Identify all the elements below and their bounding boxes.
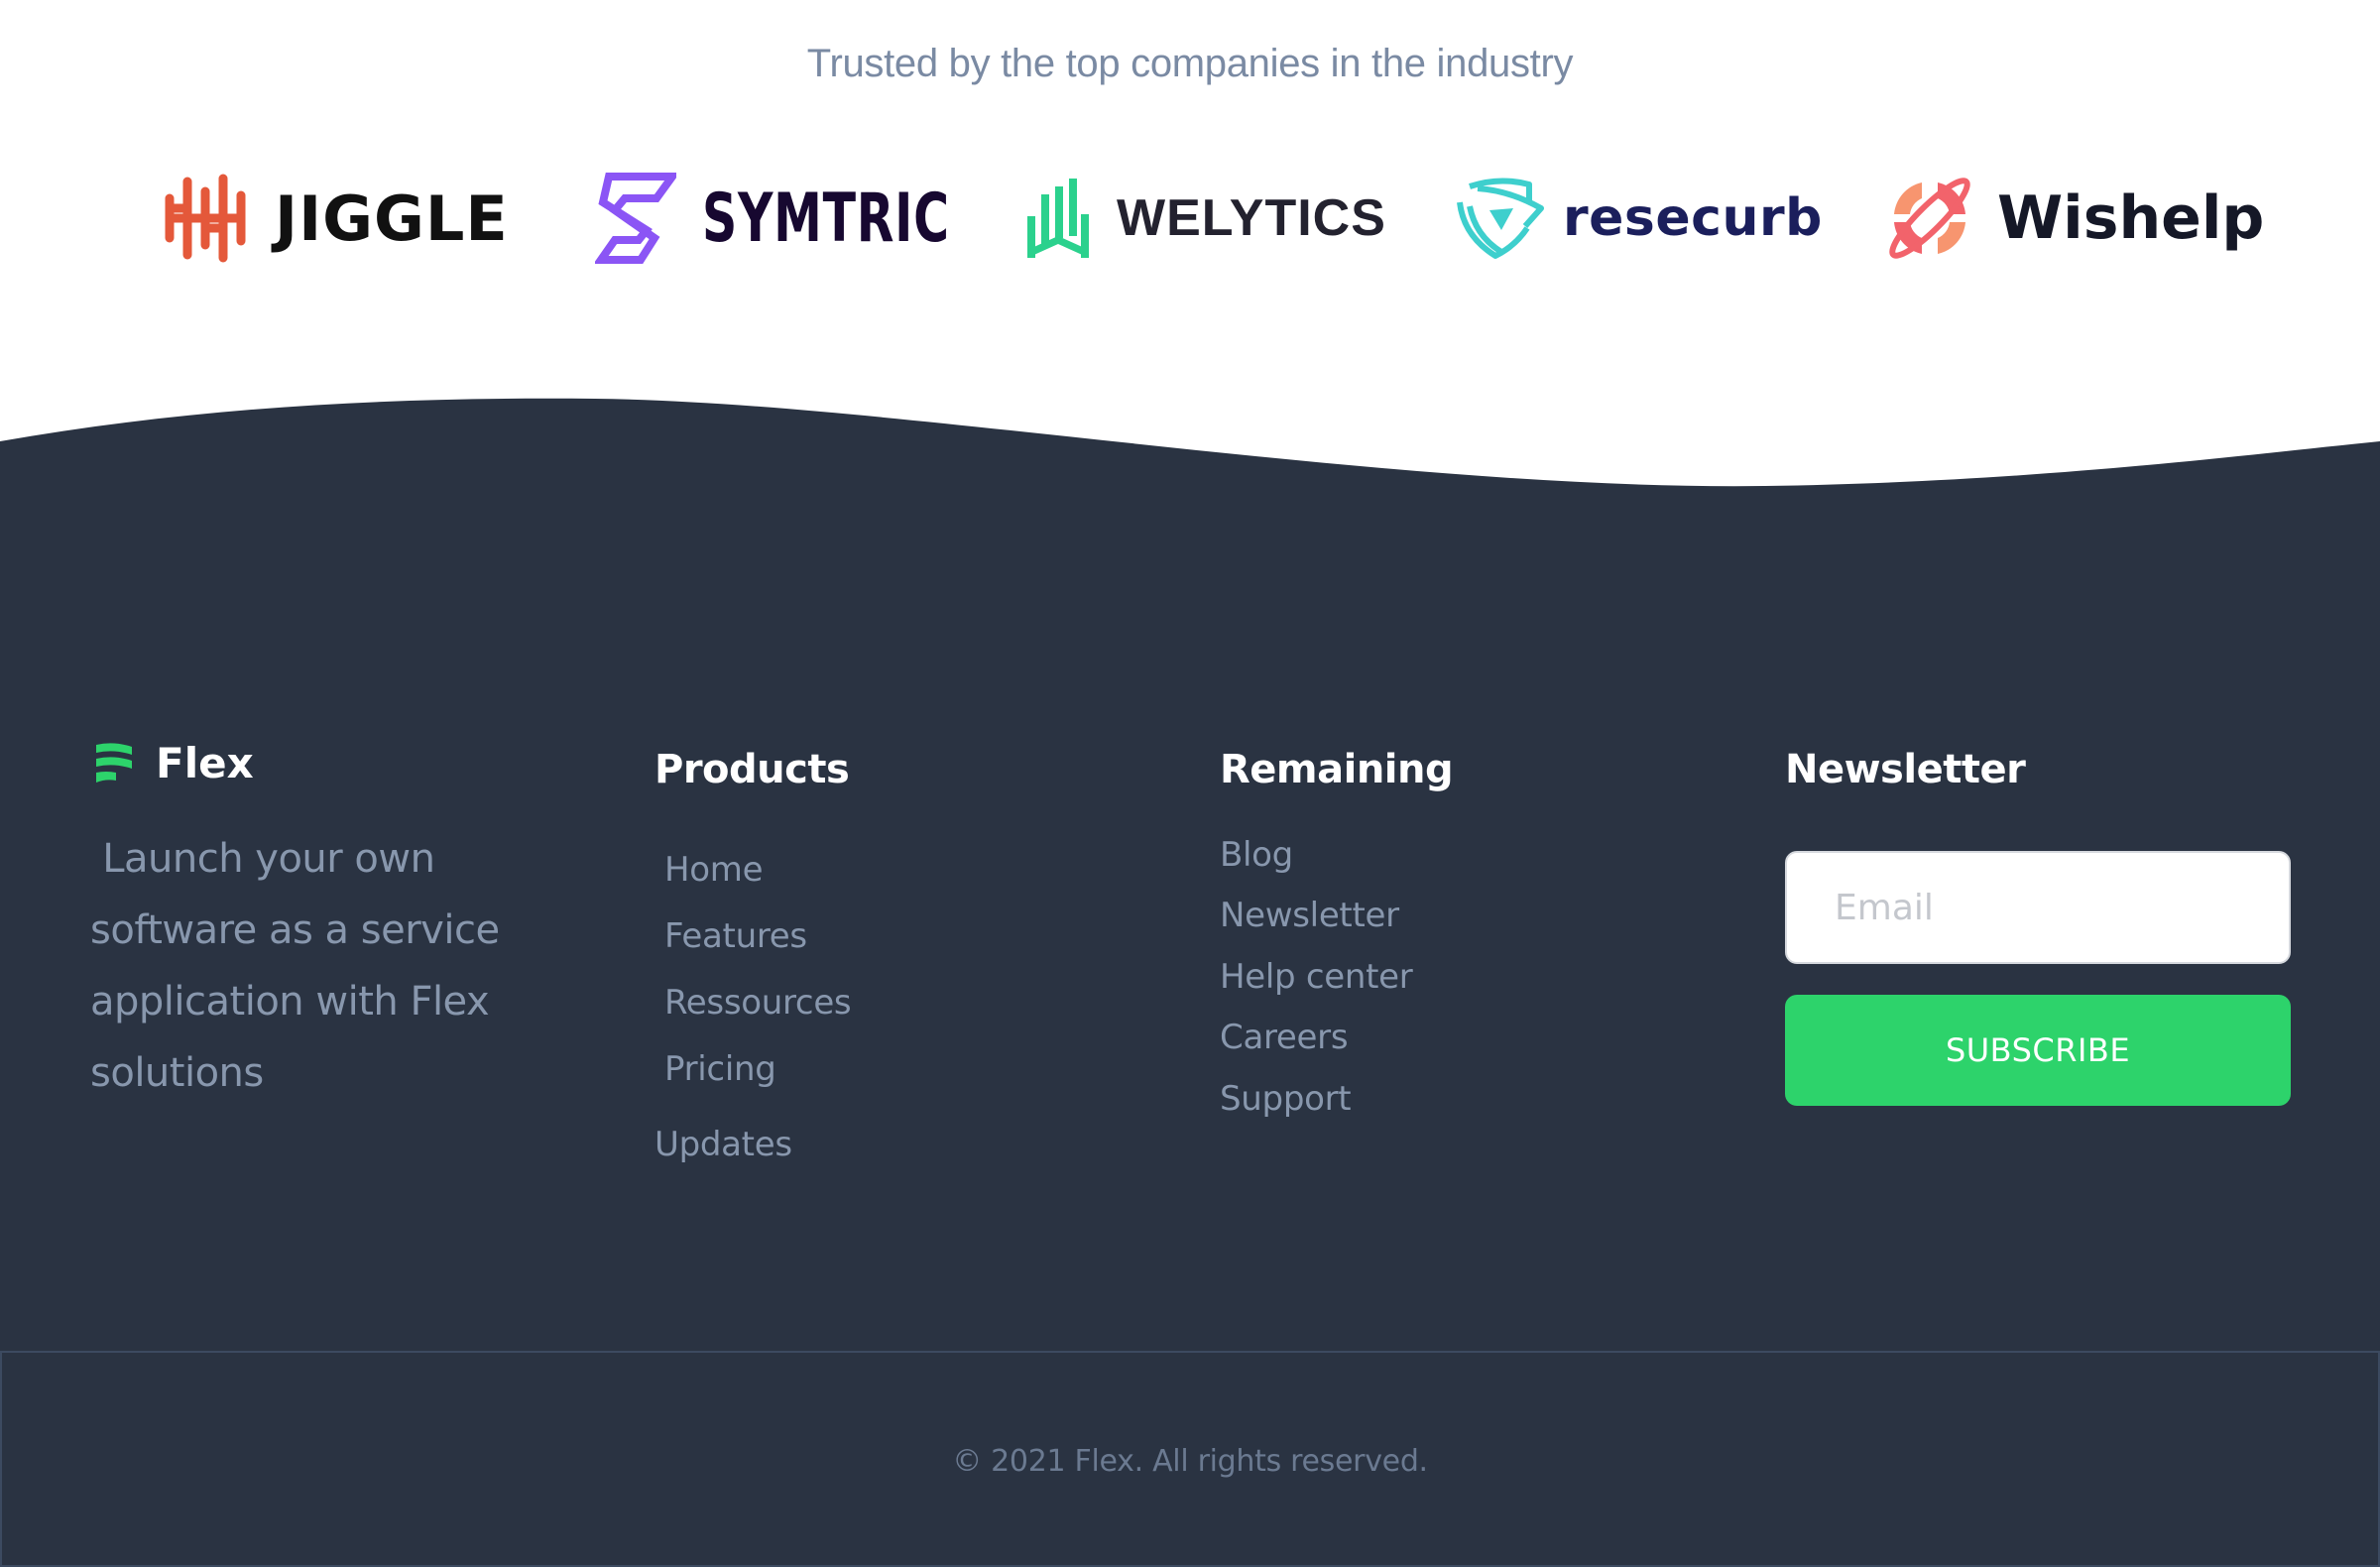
logo-resecurb: resecurb — [1456, 169, 1823, 268]
resecurb-shield-icon — [1457, 178, 1544, 259]
footer-link-careers[interactable]: Careers — [1220, 1018, 1349, 1057]
newsletter-email-input[interactable] — [1785, 851, 2291, 964]
logo-wishelp-name: Wishelp — [1997, 183, 2265, 253]
footer-bottom-bar: © 2021 Flex. All rights reserved. — [0, 1351, 2380, 1567]
newsletter-column: Newsletter — [1785, 747, 2026, 792]
jiggle-waveform-icon — [165, 174, 246, 263]
logo-wishelp: Wishelp — [1886, 169, 2264, 268]
footer-link-updates[interactable]: Updates — [654, 1125, 792, 1164]
logo-welytics: WELYTICS — [1025, 169, 1386, 268]
wishelp-planet-icon — [1889, 178, 1970, 259]
trusted-by-heading: Trusted by the top companies in the indu… — [806, 42, 1574, 85]
flex-wave-icon — [96, 742, 132, 783]
footer-link-support[interactable]: Support — [1220, 1079, 1352, 1119]
products-column: Products — [654, 747, 850, 792]
footer-link-home[interactable]: Home — [664, 850, 764, 890]
remaining-column: Remaining — [1220, 747, 1454, 792]
logo-symtric: SYMTRIC — [595, 169, 1046, 268]
footer-wave-divider — [0, 398, 2380, 496]
copyright-text: © 2021 Flex. All rights reserved. — [952, 1444, 1428, 1479]
welytics-bars-icon — [1027, 179, 1089, 258]
products-heading: Products — [654, 747, 850, 792]
footer-link-blog[interactable]: Blog — [1220, 835, 1293, 875]
footer-brand[interactable]: Flex — [94, 739, 254, 787]
logo-welytics-name: WELYTICS — [1117, 189, 1386, 247]
partner-logos: JIGGLE SYMTRIC WELYTICS resecurb Wishelp — [0, 169, 2380, 268]
brand-name: Flex — [156, 739, 254, 787]
newsletter-heading: Newsletter — [1785, 747, 2026, 792]
symtric-s-icon — [595, 173, 676, 264]
footer-link-pricing[interactable]: Pricing — [664, 1049, 776, 1089]
footer-link-help-center[interactable]: Help center — [1220, 957, 1413, 997]
remaining-heading: Remaining — [1220, 747, 1454, 792]
brand-tagline: Launch your own software as a service ap… — [90, 836, 512, 1096]
logo-jiggle-name: JIGGLE — [275, 181, 509, 255]
logo-jiggle: JIGGLE — [164, 169, 509, 268]
footer-link-ressources[interactable]: Ressources — [664, 983, 852, 1023]
logo-resecurb-name: resecurb — [1563, 188, 1823, 248]
logo-symtric-name: SYMTRIC — [702, 179, 950, 258]
footer-link-features[interactable]: Features — [664, 916, 807, 956]
subscribe-button[interactable]: SUBSCRIBE — [1785, 995, 2291, 1106]
footer: Flex Launch your own software as a servi… — [0, 491, 2380, 1352]
footer-link-newsletter[interactable]: Newsletter — [1220, 896, 1399, 935]
